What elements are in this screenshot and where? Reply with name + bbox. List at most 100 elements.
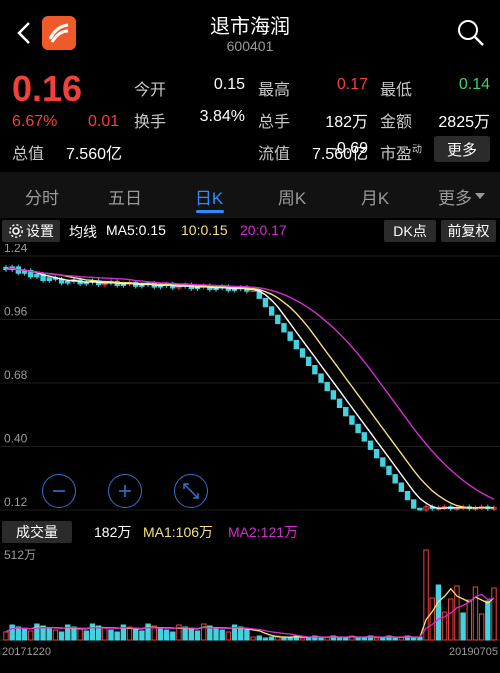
candle-body — [268, 306, 275, 316]
volume-bar — [225, 631, 232, 641]
volume-bar — [281, 637, 287, 641]
tab-3[interactable]: 周K — [252, 184, 332, 209]
active-tab-indicator — [196, 210, 224, 213]
search-button[interactable] — [456, 18, 486, 48]
volume-bar — [262, 637, 269, 641]
volume-bar — [256, 635, 262, 641]
quote-label: 今开 — [134, 82, 167, 99]
volume-bar — [139, 630, 145, 641]
quote-value: 3.84% — [199, 108, 245, 125]
candle-body — [330, 390, 337, 400]
change-amount: 0.01 — [88, 113, 120, 130]
search-icon — [458, 20, 484, 46]
volume-bar — [219, 629, 225, 641]
volume-bar — [250, 636, 256, 641]
volume-bar — [435, 584, 442, 641]
volume-bar — [410, 637, 417, 641]
candle-body — [293, 339, 300, 350]
volume-bar — [355, 637, 361, 641]
volume-ma2-line — [5, 593, 495, 638]
ma20-value: 20:0.17 — [240, 222, 287, 238]
volume-bar — [21, 628, 28, 641]
fullscreen-button[interactable] — [174, 474, 208, 508]
candle-body — [343, 406, 349, 417]
volume-y-max: 512万 — [4, 548, 37, 562]
volume-chart[interactable] — [0, 546, 500, 646]
candle-body — [417, 507, 423, 511]
y-axis-label: 1.24 — [4, 244, 28, 255]
candle-body — [361, 432, 367, 442]
fq-button[interactable]: 前复权 — [441, 220, 496, 242]
y-axis-label: 0.12 — [4, 495, 28, 509]
y-axis-label: 0.68 — [4, 368, 28, 382]
quote-value: 182万 — [325, 114, 368, 131]
ma10-value: 10:0.15 — [181, 222, 228, 238]
quote-label: 总手 — [258, 114, 291, 131]
zoom-out-icon — [53, 490, 65, 492]
candle-body — [404, 490, 411, 501]
dk-point-button[interactable]: DK点 — [384, 220, 436, 242]
zoom-in-icon — [119, 485, 131, 497]
pe-dynamic-mark: 动 — [412, 144, 423, 156]
candle-body — [349, 415, 355, 425]
ma10-line — [5, 267, 495, 509]
quote-value: 0.15 — [213, 76, 245, 93]
kline-chart[interactable]: 1.24 0.96 0.68 0.40 0.12 — [0, 244, 500, 518]
gear-icon — [9, 224, 23, 238]
volume-bar — [478, 613, 485, 641]
tab-0[interactable]: 分时 — [2, 184, 82, 209]
volume-bar — [423, 549, 429, 641]
settings-label: 设置 — [26, 223, 54, 239]
volume-bar — [145, 623, 151, 641]
stock-name: 退市海润 — [210, 16, 290, 38]
candle-body — [380, 457, 386, 467]
candle-body — [398, 482, 405, 492]
quote-value: 0.14 — [458, 76, 490, 93]
volume-ma2: MA2:121万 — [228, 524, 299, 540]
volume-indicator-button[interactable]: 成交量 — [2, 521, 72, 543]
quote-label: 总值 — [12, 146, 45, 163]
volume-bar — [9, 624, 15, 641]
current-price: 0.16 — [12, 68, 83, 109]
volume-ma1-line — [5, 587, 495, 638]
candle-body — [324, 381, 330, 392]
change-percent: 6.67% — [12, 113, 58, 130]
zoom-out-button[interactable] — [42, 474, 76, 508]
tab-4[interactable]: 月K — [335, 184, 415, 209]
volume-bar — [466, 599, 472, 641]
volume-bar — [460, 612, 466, 641]
candle-body — [46, 277, 52, 281]
settings-button[interactable]: 设置 — [2, 220, 60, 242]
volume-bar — [336, 637, 343, 641]
y-axis-label: 0.96 — [4, 305, 28, 319]
more-quote-button[interactable]: 更多 — [434, 136, 490, 162]
quote-value: -0.69 — [331, 140, 368, 157]
volume-bar — [163, 629, 170, 641]
tab-1[interactable]: 五日 — [85, 184, 165, 209]
volume-bar — [318, 637, 324, 641]
stock-code: 600401 — [226, 38, 274, 54]
candle-body — [410, 499, 417, 509]
tab-2[interactable]: 日K — [169, 184, 249, 209]
ma5-value: MA5:0.15 — [106, 222, 166, 238]
volume-bar — [244, 628, 250, 641]
candle-body — [281, 323, 287, 333]
quote-label: 市盈动 — [380, 144, 423, 163]
ma-title: 均线 — [69, 224, 97, 240]
zoom-in-button[interactable] — [108, 474, 142, 508]
volume-bar — [194, 630, 201, 641]
candle-body — [65, 280, 71, 284]
volume-bar — [83, 630, 90, 641]
quote-value: 2825万 — [438, 114, 490, 131]
volume-bar — [3, 631, 9, 641]
volume-bar — [188, 628, 195, 641]
candle-body — [305, 356, 312, 367]
volume-bar — [472, 586, 479, 641]
volume-value: 182万 — [94, 524, 132, 540]
candle-body — [318, 373, 324, 383]
volume-bar — [392, 637, 398, 641]
volume-bar — [491, 587, 497, 641]
candle-body — [367, 440, 374, 450]
volume-bar — [52, 629, 59, 641]
volume-bar — [28, 630, 34, 641]
